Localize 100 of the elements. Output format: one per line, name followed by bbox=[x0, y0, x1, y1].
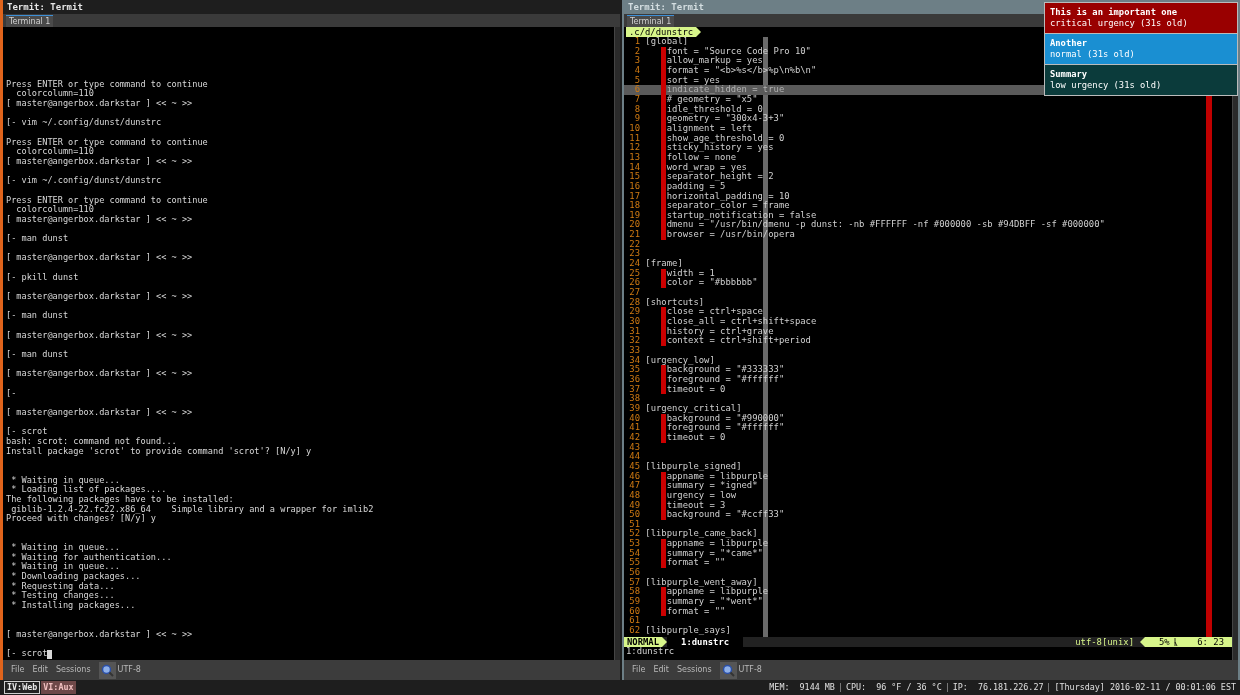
line-number: 12 bbox=[628, 143, 640, 153]
menu-item[interactable]: Sessions bbox=[55, 666, 91, 674]
setting-line: indicate_hidden = true bbox=[666, 85, 785, 95]
notification-card[interactable]: Another normal (31s old) bbox=[1045, 34, 1237, 64]
terminal-line: Press ENTER or type command to continue bbox=[6, 137, 208, 148]
notification-body: low urgency (31s old) bbox=[1050, 80, 1163, 91]
terminal-line: [ master@angerbox.darkstar ] << ~ >> bbox=[6, 292, 193, 302]
encoding-label: UTF-8 bbox=[738, 666, 762, 674]
workspace-tag[interactable]: VI:Aux bbox=[41, 681, 76, 694]
line-number: 36 bbox=[628, 374, 640, 385]
line-number: 46 bbox=[628, 471, 640, 481]
line-number: 29 bbox=[628, 307, 640, 317]
menu-item[interactable]: File bbox=[632, 666, 646, 674]
terminal-line: giblib-1.2.4-22.fc22.x86_64 Simple library and a wrapper for imlib2 bbox=[11, 504, 374, 515]
setting-line: timeout = 0 bbox=[666, 384, 726, 395]
line-number: 40 bbox=[628, 413, 640, 423]
terminal-tab[interactable]: Terminal 1 bbox=[6, 15, 54, 27]
line-number: 55 bbox=[628, 558, 640, 568]
section-header: [libpurple_says] bbox=[645, 626, 731, 636]
line-number: 3 bbox=[633, 56, 640, 66]
status-item: MEM: 9144 MB bbox=[769, 683, 835, 692]
terminal-tab[interactable]: Terminal 1 bbox=[627, 15, 675, 27]
scrollbar[interactable] bbox=[614, 27, 620, 660]
menu-item[interactable]: Sessions bbox=[676, 666, 712, 674]
search-button[interactable] bbox=[98, 661, 116, 679]
line-number: 42 bbox=[628, 432, 640, 443]
line-number: 49 bbox=[628, 500, 640, 510]
menu-item[interactable]: Edit bbox=[32, 666, 48, 674]
setting-line: foreground = "#ffffff" bbox=[666, 374, 785, 384]
setting-line: allow_markup = yes bbox=[666, 56, 763, 66]
terminal-line: [ master@angerbox.darkstar ] << ~ >> bbox=[6, 156, 193, 167]
line-number: 62 bbox=[628, 626, 640, 636]
section-header: [libpurple_came_back] bbox=[645, 529, 758, 540]
line-number: 48 bbox=[628, 490, 640, 501]
setting-line: timeout = 3 bbox=[666, 500, 726, 510]
setting-line: word_wrap = yes bbox=[666, 162, 747, 173]
search-icon bbox=[100, 663, 114, 677]
setting-line: sticky_history = yes bbox=[666, 143, 774, 153]
setting-line: background = "#333333" bbox=[666, 365, 785, 375]
line-number: 15 bbox=[628, 172, 640, 182]
terminal-line: colorcolumn=110 bbox=[15, 205, 94, 215]
setting-line: appname = libpurple bbox=[666, 587, 769, 598]
terminal-line: [- scrot bbox=[6, 649, 48, 659]
line-number: 44 bbox=[628, 452, 640, 462]
line-number: 56 bbox=[628, 568, 640, 578]
terminal-line: bash: scrot: command not found... bbox=[6, 436, 177, 447]
line-number: 23 bbox=[628, 249, 640, 259]
line-number: 41 bbox=[628, 423, 640, 433]
setting-line: separator_height = 2 bbox=[666, 172, 774, 182]
line-number: 10 bbox=[628, 123, 640, 134]
terminal-line: [ master@angerbox.darkstar ] << ~ >> bbox=[6, 407, 193, 418]
terminal-line: * Installing packages... bbox=[10, 601, 136, 611]
powerline-arrow-icon bbox=[696, 27, 702, 37]
setting-line: startup_notification = false bbox=[666, 210, 817, 221]
section-header: [global] bbox=[645, 37, 689, 47]
setting-line: close = ctrl+space bbox=[666, 307, 763, 318]
line-number: 20 bbox=[628, 220, 640, 230]
terminal-line: [ master@angerbox.darkstar ] << ~ >> bbox=[6, 214, 193, 225]
notification-card[interactable]: Summary low urgency (31s old) bbox=[1045, 65, 1237, 95]
line-number: 19 bbox=[628, 210, 640, 220]
setting-line: geometry = "300x4-3+3" bbox=[666, 114, 785, 124]
menu-item[interactable]: Edit bbox=[653, 666, 669, 674]
line-number: 5 bbox=[633, 75, 640, 85]
notification-card[interactable]: This is an important one critical urgency (31s old) bbox=[1045, 3, 1237, 33]
line-number: 11 bbox=[628, 133, 640, 143]
setting-line: format = "" bbox=[666, 606, 726, 617]
line-number: 32 bbox=[628, 336, 640, 346]
terminal-line: * Loading list of packages.... bbox=[10, 485, 167, 495]
line-number: 60 bbox=[628, 606, 640, 616]
terminal-line: * Waiting in queue... bbox=[10, 562, 120, 573]
setting-line: close_all = ctrl+shift+space bbox=[666, 317, 817, 327]
line-number: 17 bbox=[628, 191, 640, 201]
setting-line: font = "Source Code Pro 10" bbox=[666, 46, 811, 56]
line-number: 13 bbox=[628, 152, 640, 163]
line-number: 26 bbox=[628, 278, 640, 288]
line-number: 38 bbox=[628, 394, 640, 404]
line-number: 30 bbox=[628, 317, 640, 327]
line-number-icon bbox=[1173, 638, 1178, 646]
line-number: 2 bbox=[633, 46, 640, 56]
line-number: 21 bbox=[628, 230, 640, 240]
setting-line: background = "#990000" bbox=[666, 413, 785, 424]
terminal-line: [ master@angerbox.darkstar ] << ~ >> bbox=[6, 630, 193, 640]
line-number: 51 bbox=[628, 519, 640, 529]
setting-line: context = ctrl+shift+period bbox=[666, 336, 811, 346]
line-number: 33 bbox=[628, 346, 640, 356]
setting-line: summary = *igned* bbox=[666, 481, 758, 491]
menu-item[interactable]: File bbox=[11, 666, 25, 674]
terminal-line: [ master@angerbox.darkstar ] << ~ >> bbox=[6, 253, 193, 264]
section-header: [urgency_critical] bbox=[645, 403, 742, 414]
line-number: 61 bbox=[628, 616, 640, 626]
terminal-line: [- man dunst bbox=[6, 234, 69, 244]
search-button[interactable] bbox=[719, 661, 737, 679]
workspace-tag[interactable]: IV:Web bbox=[4, 681, 41, 694]
line-number: 57 bbox=[628, 577, 640, 587]
line-number: 25 bbox=[628, 268, 640, 278]
notification-body: critical urgency (31s old) bbox=[1050, 18, 1189, 29]
line-number: 8 bbox=[633, 104, 640, 114]
setting-line: summary = "*came*" bbox=[666, 548, 763, 559]
setting-line: alignment = left bbox=[666, 123, 753, 133]
command-line: 1:dunstrc bbox=[625, 647, 675, 657]
